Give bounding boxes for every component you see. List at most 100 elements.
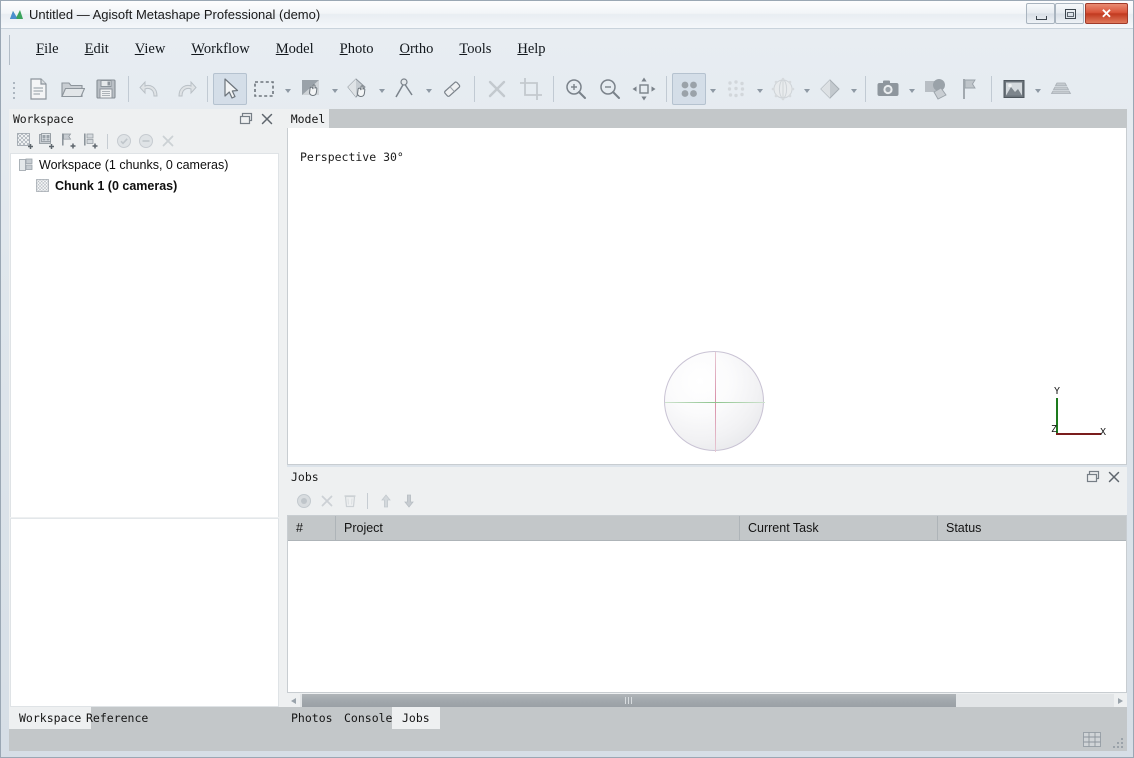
window-title: Untitled — Agisoft Metashape Professiona… xyxy=(29,7,321,22)
show-tiled-model-button[interactable] xyxy=(813,73,847,105)
menu-tools[interactable]: Tools xyxy=(446,38,504,61)
show-cameras-dropdown[interactable] xyxy=(905,73,918,105)
zoom-out-button[interactable] xyxy=(593,73,627,105)
show-dense-cloud-dropdown[interactable] xyxy=(753,73,766,105)
scrollbar-track[interactable] xyxy=(300,694,1114,707)
float-panel-icon[interactable] xyxy=(1086,470,1101,484)
scrollbar-thumb[interactable] xyxy=(302,694,956,707)
undo-button[interactable] xyxy=(134,73,168,105)
camera-icon xyxy=(877,80,899,96)
show-model-dropdown[interactable] xyxy=(800,73,813,105)
zoom-in-button[interactable] xyxy=(559,73,593,105)
eraser-tool-button[interactable] xyxy=(435,73,469,105)
add-scalebar-button[interactable] xyxy=(80,131,102,151)
rectangle-selection-dropdown[interactable] xyxy=(281,73,294,105)
free-form-selection-button[interactable] xyxy=(294,73,328,105)
column-header-current-task[interactable]: Current Task xyxy=(740,516,938,540)
grid-status-icon[interactable] xyxy=(1083,732,1101,747)
four-dots-icon xyxy=(681,81,697,97)
tab-model[interactable]: Model xyxy=(287,109,329,128)
show-cameras-button[interactable] xyxy=(871,73,905,105)
add-photos-button[interactable] xyxy=(36,131,58,151)
add-markers-button[interactable] xyxy=(58,131,80,151)
menu-model[interactable]: Model xyxy=(263,38,327,61)
tab-model-label: Model xyxy=(290,111,326,126)
workspace-tree[interactable]: Workspace (1 chunks, 0 cameras) Chunk 1 … xyxy=(10,153,279,517)
mesh-sphere-icon xyxy=(771,77,795,101)
rectangle-selection-button[interactable] xyxy=(247,73,281,105)
ruler-tool-button[interactable] xyxy=(388,73,422,105)
dense-dots-icon xyxy=(727,80,745,98)
show-shapes-button[interactable] xyxy=(918,73,952,105)
navigation-tool-button[interactable] xyxy=(213,73,247,105)
scroll-left-arrow-icon[interactable] xyxy=(287,693,300,708)
save-project-button[interactable] xyxy=(89,73,123,105)
menu-workflow[interactable]: Workflow xyxy=(178,38,262,61)
scroll-right-arrow-icon[interactable] xyxy=(1114,693,1127,708)
show-model-button[interactable] xyxy=(766,73,800,105)
show-dense-cloud-button[interactable] xyxy=(719,73,753,105)
free-form-selection-dropdown[interactable] xyxy=(328,73,341,105)
menu-file[interactable]: File xyxy=(23,38,72,61)
open-project-button[interactable] xyxy=(55,73,89,105)
start-job-button[interactable] xyxy=(292,490,315,512)
remove-items-button[interactable] xyxy=(157,131,179,151)
close-panel-icon[interactable] xyxy=(259,111,275,127)
disable-button[interactable] xyxy=(135,131,157,151)
model-viewport[interactable]: Perspective 30° Y X Z xyxy=(287,128,1127,465)
cursor-arrow-icon xyxy=(224,78,239,99)
shape-drawing-button[interactable] xyxy=(341,73,375,105)
show-tiled-model-dropdown[interactable] xyxy=(847,73,860,105)
stop-job-button[interactable] xyxy=(315,490,338,512)
menu-ortho[interactable]: Ortho xyxy=(386,38,446,61)
jobs-horizontal-scrollbar[interactable] xyxy=(287,693,1127,708)
move-job-down-button[interactable] xyxy=(397,490,420,512)
redo-button[interactable] xyxy=(168,73,202,105)
show-markers-button[interactable] xyxy=(952,73,986,105)
float-panel-icon[interactable] xyxy=(239,112,254,126)
show-point-cloud-dropdown[interactable] xyxy=(706,73,719,105)
minimize-button[interactable] xyxy=(1026,3,1055,24)
enable-button[interactable] xyxy=(113,131,135,151)
menu-edit[interactable]: Edit xyxy=(72,38,122,61)
cross-x-icon xyxy=(321,495,332,507)
tab-reference[interactable]: Reference xyxy=(76,707,158,729)
menu-help[interactable]: Help xyxy=(504,38,558,61)
menu-photo[interactable]: Photo xyxy=(327,38,387,61)
crop-selection-button[interactable] xyxy=(514,73,548,105)
close-button[interactable]: ✕ xyxy=(1085,3,1128,24)
new-project-button[interactable] xyxy=(21,73,55,105)
show-texture-dropdown[interactable] xyxy=(1031,73,1044,105)
delete-selection-button[interactable] xyxy=(480,73,514,105)
resize-grip-icon[interactable] xyxy=(1111,736,1125,750)
jobs-table[interactable]: # Project Current Task Status xyxy=(287,515,1127,693)
delete-job-button[interactable] xyxy=(338,490,361,512)
jobs-table-body[interactable] xyxy=(288,541,1126,692)
maximize-button[interactable] xyxy=(1055,3,1084,24)
show-layers-button[interactable] xyxy=(1044,73,1078,105)
magnifier-minus-icon xyxy=(600,79,620,99)
workspace-panel-header: Workspace xyxy=(9,109,280,129)
tree-item-workspace-root[interactable]: Workspace (1 chunks, 0 cameras) xyxy=(11,154,278,175)
close-panel-icon[interactable] xyxy=(1106,469,1122,485)
reset-view-button[interactable] xyxy=(627,73,661,105)
title-bar: Untitled — Agisoft Metashape Professiona… xyxy=(1,1,1133,29)
add-chunk-button[interactable] xyxy=(14,131,36,151)
show-texture-button[interactable] xyxy=(997,73,1031,105)
column-header-status[interactable]: Status xyxy=(938,516,1126,540)
tree-item-chunk-1[interactable]: Chunk 1 (0 cameras) xyxy=(11,175,278,196)
jobs-toolbar-separator xyxy=(367,493,368,509)
shape-drawing-dropdown[interactable] xyxy=(375,73,388,105)
move-job-up-button[interactable] xyxy=(374,490,397,512)
menu-view[interactable]: View xyxy=(122,38,179,61)
toolbar-grip[interactable] xyxy=(9,75,19,103)
column-header-project[interactable]: Project xyxy=(336,516,740,540)
workspace-panel-title: Workspace xyxy=(13,112,74,126)
show-point-cloud-button[interactable] xyxy=(672,73,706,105)
ruler-tool-dropdown[interactable] xyxy=(422,73,435,105)
polygon-hand-icon xyxy=(347,78,366,98)
navigation-trackball[interactable] xyxy=(664,351,765,452)
cross-x-icon xyxy=(488,80,506,98)
tab-jobs[interactable]: Jobs xyxy=(392,707,440,729)
column-header-number[interactable]: # xyxy=(288,516,336,540)
